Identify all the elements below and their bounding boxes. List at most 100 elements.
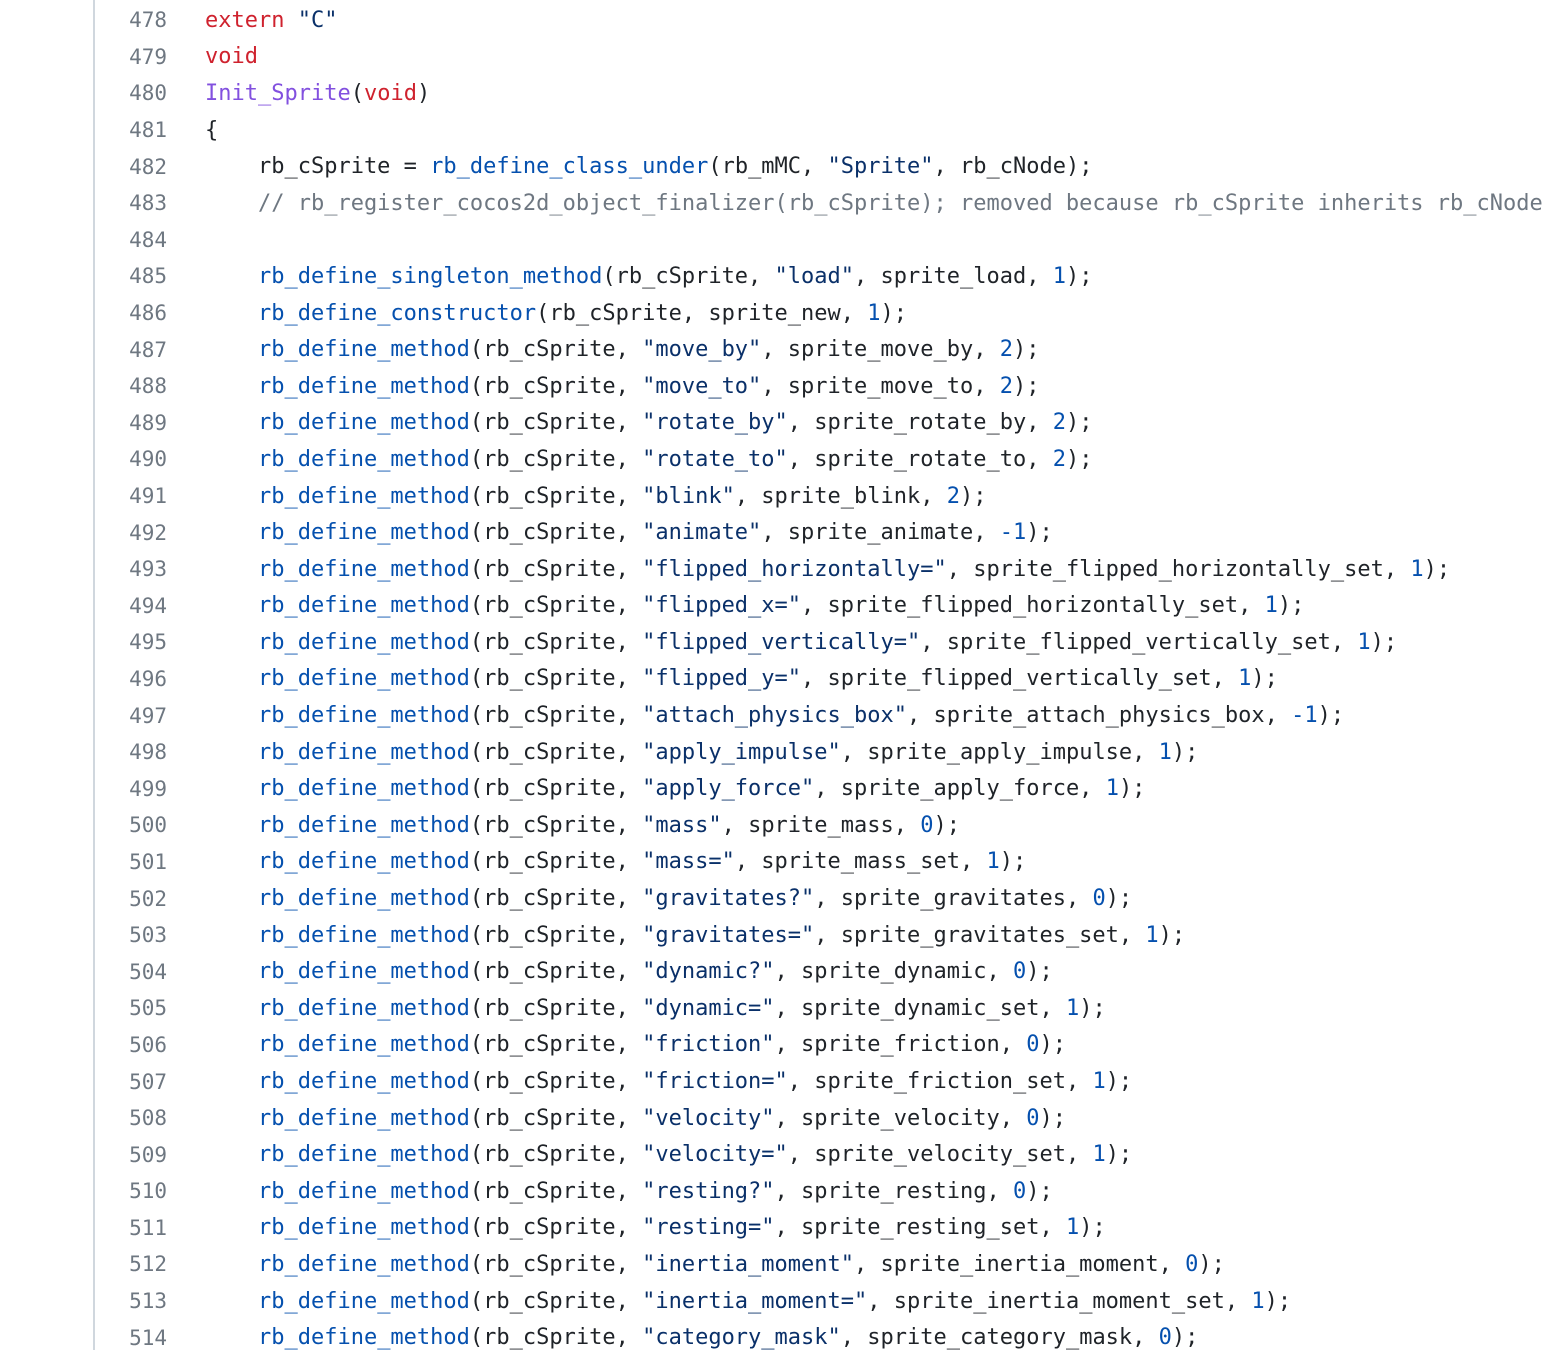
code-token: , sprite_velocity_set,: [787, 1142, 1093, 1168]
line-number[interactable]: 499: [95, 777, 167, 801]
line-number[interactable]: 502: [95, 887, 167, 911]
code-token: "move_to": [642, 373, 762, 399]
code-token: rb_cSprite =: [205, 154, 431, 180]
code-token: "resting=": [642, 1215, 775, 1241]
code-token: 1: [986, 849, 1000, 875]
line-number[interactable]: 500: [95, 813, 167, 837]
line-number[interactable]: 481: [95, 118, 167, 142]
line-number[interactable]: 506: [95, 1033, 167, 1057]
code-token: rb_define_method: [257, 337, 470, 363]
line-number[interactable]: 509: [95, 1143, 167, 1167]
code-line: 513 rb_define_method(rb_cSprite, "inerti…: [95, 1283, 1553, 1320]
code-token: 2: [1052, 410, 1066, 436]
code-token: rb_define_method: [257, 373, 470, 399]
code-token: 0: [1012, 1178, 1027, 1204]
code-token: , sprite_rotate_by,: [787, 410, 1053, 436]
line-code: rb_define_method(rb_cSprite, "flipped_ho…: [167, 557, 1450, 582]
code-token: rb_define_method: [257, 1288, 470, 1314]
code-token: 1: [1092, 1142, 1106, 1168]
code-line: 514 rb_define_method(rb_cSprite, "catego…: [95, 1319, 1553, 1350]
line-number[interactable]: 495: [95, 630, 167, 654]
line-number[interactable]: 486: [95, 301, 167, 325]
code-token: , sprite_load,: [854, 263, 1053, 289]
line-number[interactable]: 484: [95, 228, 167, 252]
line-number[interactable]: 503: [95, 923, 167, 947]
code-token: );: [1264, 1288, 1292, 1314]
code-token: "category_mask": [642, 1325, 841, 1350]
code-token: rb_define_method: [257, 410, 470, 436]
code-token: (rb_cSprite,: [469, 703, 643, 729]
line-code: rb_define_method(rb_cSprite, "flipped_x=…: [167, 593, 1304, 618]
line-number[interactable]: 508: [95, 1106, 167, 1130]
line-number[interactable]: 478: [95, 8, 167, 32]
code-token: -1: [1291, 703, 1318, 729]
line-number[interactable]: 485: [95, 264, 167, 288]
code-token: , sprite_friction_set,: [787, 1069, 1093, 1095]
line-code: rb_define_method(rb_cSprite, "dynamic?",…: [167, 959, 1053, 984]
code-line: 510 rb_define_method(rb_cSprite, "restin…: [95, 1173, 1553, 1210]
code-line: 493 rb_define_method(rb_cSprite, "flippe…: [95, 551, 1553, 588]
line-number[interactable]: 513: [95, 1289, 167, 1313]
code-token: );: [1171, 739, 1199, 765]
code-token: (rb_cSprite,: [469, 1215, 643, 1241]
line-number[interactable]: 482: [95, 155, 167, 179]
line-number[interactable]: 483: [95, 191, 167, 215]
code-token: 1: [1052, 263, 1066, 289]
code-token: 2: [999, 373, 1013, 399]
code-token: 1: [1251, 1288, 1265, 1314]
line-number[interactable]: 480: [95, 81, 167, 105]
line-number[interactable]: 498: [95, 740, 167, 764]
code-line: 487 rb_define_method(rb_cSprite, "move_b…: [95, 331, 1553, 368]
code-token: (rb_cSprite,: [469, 886, 643, 912]
line-number[interactable]: 491: [95, 484, 167, 508]
code-token: ): [416, 80, 431, 106]
code-view[interactable]: 478 extern "C" 479 void 480 Init_Sprite(void)…: [0, 0, 1553, 1350]
line-number[interactable]: 496: [95, 667, 167, 691]
line-number[interactable]: 501: [95, 850, 167, 874]
code-token: (rb_cSprite,: [469, 556, 643, 582]
line-number[interactable]: 479: [95, 45, 167, 69]
line-number[interactable]: 505: [95, 996, 167, 1020]
code-token: (rb_cSprite,: [469, 1251, 643, 1277]
line-number[interactable]: 488: [95, 374, 167, 398]
line-number[interactable]: 487: [95, 338, 167, 362]
code-token: void: [363, 80, 417, 106]
code-token: "animate": [642, 520, 762, 546]
line-number[interactable]: 514: [95, 1326, 167, 1350]
line-number[interactable]: 492: [95, 521, 167, 545]
code-token: , sprite_category_mask,: [840, 1325, 1159, 1350]
code-token: 2: [1052, 446, 1066, 472]
line-number[interactable]: 512: [95, 1252, 167, 1276]
code-token: (rb_cSprite, sprite_new,: [536, 300, 868, 326]
code-token: );: [1012, 373, 1040, 399]
line-number[interactable]: 497: [95, 704, 167, 728]
line-number[interactable]: 489: [95, 411, 167, 435]
code-token: , sprite_resting_set,: [774, 1215, 1066, 1241]
line-number[interactable]: 511: [95, 1216, 167, 1240]
line-number[interactable]: 494: [95, 594, 167, 618]
code-token: "attach_physics_box": [642, 703, 907, 729]
code-token: rb_define_method: [257, 1251, 470, 1277]
line-number[interactable]: 510: [95, 1179, 167, 1203]
code-token: );: [1026, 1178, 1053, 1204]
line-code: extern "C": [167, 8, 337, 33]
line-code: rb_define_method(rb_cSprite, "attach_phy…: [167, 703, 1344, 728]
code-token: rb_define_method: [257, 959, 470, 985]
code-line: 482 rb_cSprite = rb_define_class_under(r…: [95, 148, 1553, 185]
code-token: );: [1370, 629, 1398, 655]
line-number[interactable]: 493: [95, 557, 167, 581]
line-code: rb_define_method(rb_cSprite, "move_by", …: [167, 337, 1040, 363]
code-line: 507 rb_define_method(rb_cSprite, "fricti…: [95, 1063, 1553, 1100]
line-number[interactable]: 490: [95, 447, 167, 471]
line-number[interactable]: 507: [95, 1070, 167, 1094]
line-number[interactable]: 504: [95, 960, 167, 984]
code-token: (rb_cSprite,: [469, 410, 643, 436]
code-token: 2: [946, 483, 960, 509]
code-token: , sprite_friction,: [774, 1032, 1027, 1058]
line-code: rb_define_method(rb_cSprite, "mass=", sp…: [167, 849, 1026, 874]
code-line: 498 rb_define_method(rb_cSprite, "apply_…: [95, 734, 1553, 771]
